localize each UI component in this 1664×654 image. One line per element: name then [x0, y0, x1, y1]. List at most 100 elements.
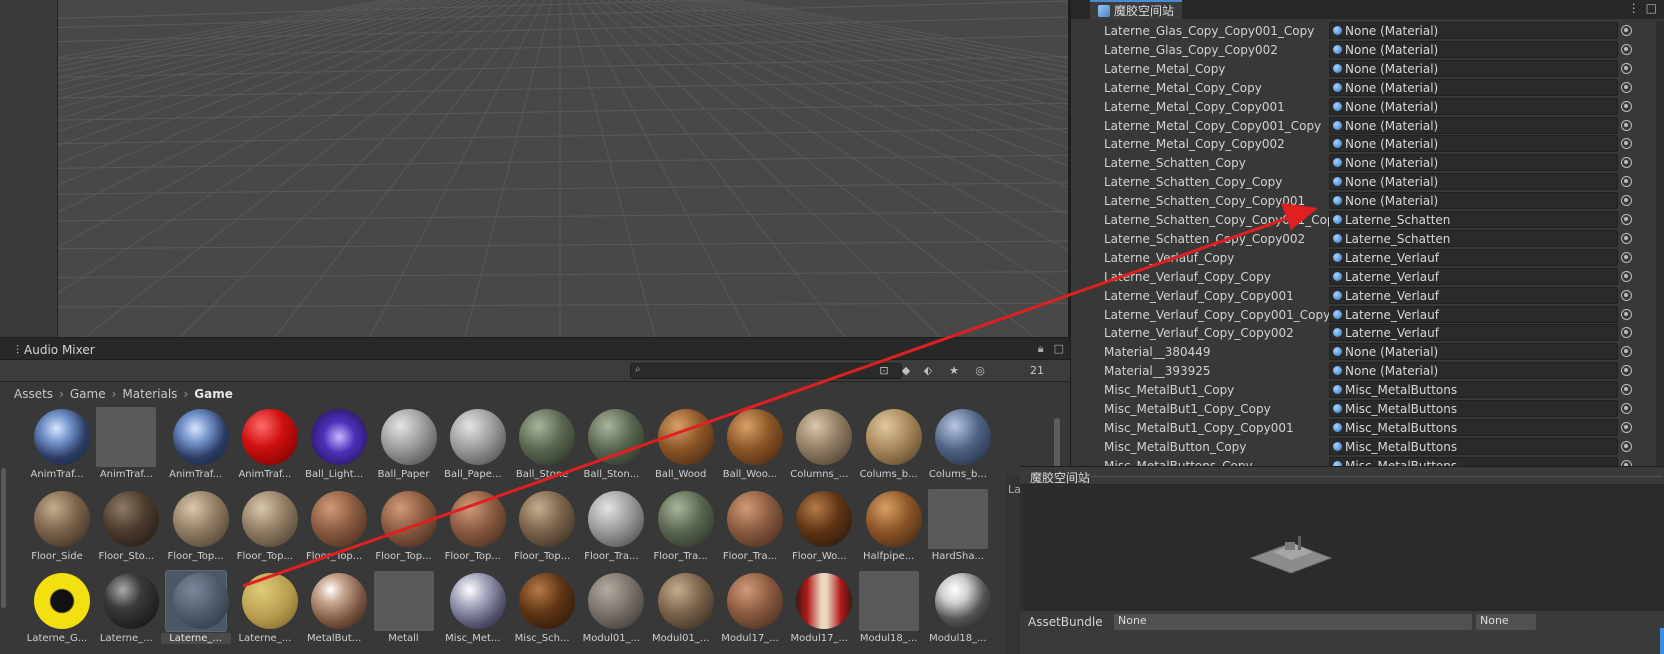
object-picker-icon[interactable]	[1621, 232, 1632, 244]
object-picker-icon[interactable]	[1621, 403, 1632, 414]
asset-item[interactable]: Ball_Stone	[507, 407, 577, 489]
material-object-field[interactable]: None (Material)	[1329, 22, 1618, 39]
object-picker-icon[interactable]	[1621, 62, 1632, 74]
object-picker-icon[interactable]	[1621, 100, 1632, 112]
lock-icon[interactable]: 🔒︎	[1038, 342, 1044, 356]
breadcrumb-current[interactable]: Game	[194, 387, 233, 401]
preview-canvas[interactable]	[1023, 486, 1664, 611]
inspector-scrollbar[interactable]	[1656, 21, 1664, 490]
asset-item[interactable]: Ball_Light...	[299, 407, 369, 489]
asset-item[interactable]: AnimTraf...	[161, 407, 231, 489]
favorite-star-icon[interactable]: ★	[946, 363, 962, 379]
asset-item[interactable]: AnimTraf...	[22, 407, 92, 489]
asset-item[interactable]: Misc_Met...	[438, 571, 508, 653]
material-object-field[interactable]: Laterne_Verlauf	[1329, 324, 1618, 342]
asset-item[interactable]: Modul18_...	[854, 571, 924, 653]
material-object-field[interactable]: None (Material)	[1329, 116, 1618, 134]
object-picker-icon[interactable]	[1621, 119, 1632, 131]
folder-scrollbar[interactable]	[0, 458, 8, 618]
object-picker-icon[interactable]	[1621, 214, 1632, 225]
asset-item[interactable]: Floor_Top...	[369, 489, 439, 571]
material-object-field[interactable]: Misc_MetalButtons	[1329, 437, 1618, 455]
object-picker-icon[interactable]	[1621, 138, 1632, 150]
tab-inspector[interactable]: 魔胶空间站	[1090, 0, 1183, 19]
maximize-icon[interactable]: □	[1054, 342, 1064, 356]
asset-item[interactable]: Modul17_...	[784, 571, 854, 653]
material-object-field[interactable]: None (Material)	[1329, 343, 1618, 361]
asset-item[interactable]: Floor_Tra...	[715, 489, 785, 571]
asset-item[interactable]: Floor_Top...	[438, 489, 508, 571]
tab-audio-mixer[interactable]: ⫶ Audio Mixer	[16, 341, 95, 359]
object-picker-icon[interactable]	[1621, 421, 1632, 433]
asset-item[interactable]: Modul01_...	[646, 571, 716, 653]
asset-item[interactable]: Ball_Woo...	[715, 407, 785, 489]
asset-item[interactable]: HardSha...	[923, 489, 993, 571]
asset-bundle-select[interactable]: None	[1114, 614, 1472, 630]
material-object-field[interactable]: Laterne_Verlauf	[1329, 248, 1618, 266]
object-picker-icon[interactable]	[1621, 289, 1632, 301]
search-box[interactable]: ⌕	[630, 363, 902, 379]
asset-item[interactable]: MetalBut...	[299, 571, 369, 653]
asset-item[interactable]: Modul01_...	[576, 571, 646, 653]
asset-item[interactable]: Floor_Side	[22, 489, 92, 571]
asset-item[interactable]: Ball_Ston...	[576, 407, 646, 489]
object-picker-icon[interactable]	[1621, 176, 1632, 188]
search-input[interactable]	[649, 365, 899, 377]
material-object-field[interactable]: None (Material)	[1329, 173, 1618, 191]
asset-item[interactable]: Misc_Sch...	[507, 571, 577, 653]
asset-item[interactable]: Colums_b...	[854, 407, 924, 489]
asset-item[interactable]: Ball_Wood	[646, 407, 716, 489]
object-picker-icon[interactable]	[1621, 195, 1632, 207]
object-picker-icon[interactable]	[1621, 81, 1632, 93]
asset-item[interactable]: AnimTraf...	[230, 407, 300, 489]
asset-item[interactable]: Floor_Sto...	[91, 489, 161, 571]
material-object-field[interactable]: None (Material)	[1329, 40, 1618, 58]
object-picker-icon[interactable]	[1621, 43, 1632, 55]
material-object-field[interactable]: None (Material)	[1329, 362, 1618, 380]
asset-item[interactable]: Halfpipe...	[854, 489, 924, 571]
breadcrumb-materials[interactable]: Materials	[122, 387, 177, 401]
asset-item[interactable]: Floor_Top...	[299, 489, 369, 571]
object-picker-icon[interactable]	[1621, 384, 1632, 396]
asset-item[interactable]: Floor_Top...	[230, 489, 300, 571]
asset-item[interactable]: Metall	[369, 571, 439, 653]
asset-item[interactable]: Floor_Tra...	[646, 489, 716, 571]
asset-item[interactable]: Ball_Paper	[369, 407, 439, 489]
object-picker-icon[interactable]	[1621, 270, 1632, 282]
asset-item[interactable]: Modul18_...	[923, 571, 993, 653]
breadcrumb-game[interactable]: Game	[70, 387, 106, 401]
asset-item[interactable]: Colums_b...	[923, 407, 993, 489]
filter-type-icon[interactable]: ◆	[898, 363, 914, 379]
asset-item[interactable]: Ball_Pape...	[438, 407, 508, 489]
asset-item[interactable]: Floor_Tra...	[576, 489, 646, 571]
asset-item[interactable]: Floor_Wo...	[784, 489, 854, 571]
object-picker-icon[interactable]	[1621, 346, 1632, 358]
material-object-field[interactable]: None (Material)	[1329, 135, 1618, 153]
asset-item[interactable]: Floor_Top...	[507, 489, 577, 571]
material-object-field[interactable]: None (Material)	[1329, 78, 1618, 96]
more-menu-icon[interactable]: ⋮	[1628, 1, 1640, 15]
material-object-field[interactable]: Laterne_Schatten	[1329, 211, 1618, 228]
object-picker-icon[interactable]	[1621, 440, 1632, 452]
material-object-field[interactable]: None (Material)	[1329, 97, 1618, 115]
object-picker-icon[interactable]	[1621, 308, 1632, 320]
object-picker-icon[interactable]	[1621, 327, 1632, 339]
asset-variant-select[interactable]: None	[1476, 614, 1536, 630]
material-object-field[interactable]: Misc_MetalButtons	[1329, 400, 1618, 417]
material-object-field[interactable]: None (Material)	[1329, 59, 1618, 77]
maximize-icon[interactable]: □	[1646, 1, 1657, 15]
object-picker-icon[interactable]	[1621, 25, 1632, 36]
material-object-field[interactable]: Misc_MetalButtons	[1329, 381, 1618, 399]
asset-item[interactable]: Laterne_...	[91, 571, 161, 653]
asset-item[interactable]: Columns_...	[784, 407, 854, 489]
material-object-field[interactable]: None (Material)	[1329, 154, 1618, 172]
search-scope-icon[interactable]: ⊡	[876, 363, 892, 379]
scene-view[interactable]	[0, 0, 1070, 337]
asset-item[interactable]: Laterne_...	[230, 571, 300, 653]
asset-item[interactable]: Floor_Top...	[161, 489, 231, 571]
material-object-field[interactable]: Laterne_Verlauf	[1329, 267, 1618, 285]
asset-item[interactable]: Laterne_G...	[22, 571, 92, 653]
material-object-field[interactable]: None (Material)	[1329, 192, 1618, 210]
material-object-field[interactable]: Misc_MetalButtons	[1329, 418, 1618, 436]
hidden-eye-icon[interactable]: ◎	[972, 363, 988, 379]
